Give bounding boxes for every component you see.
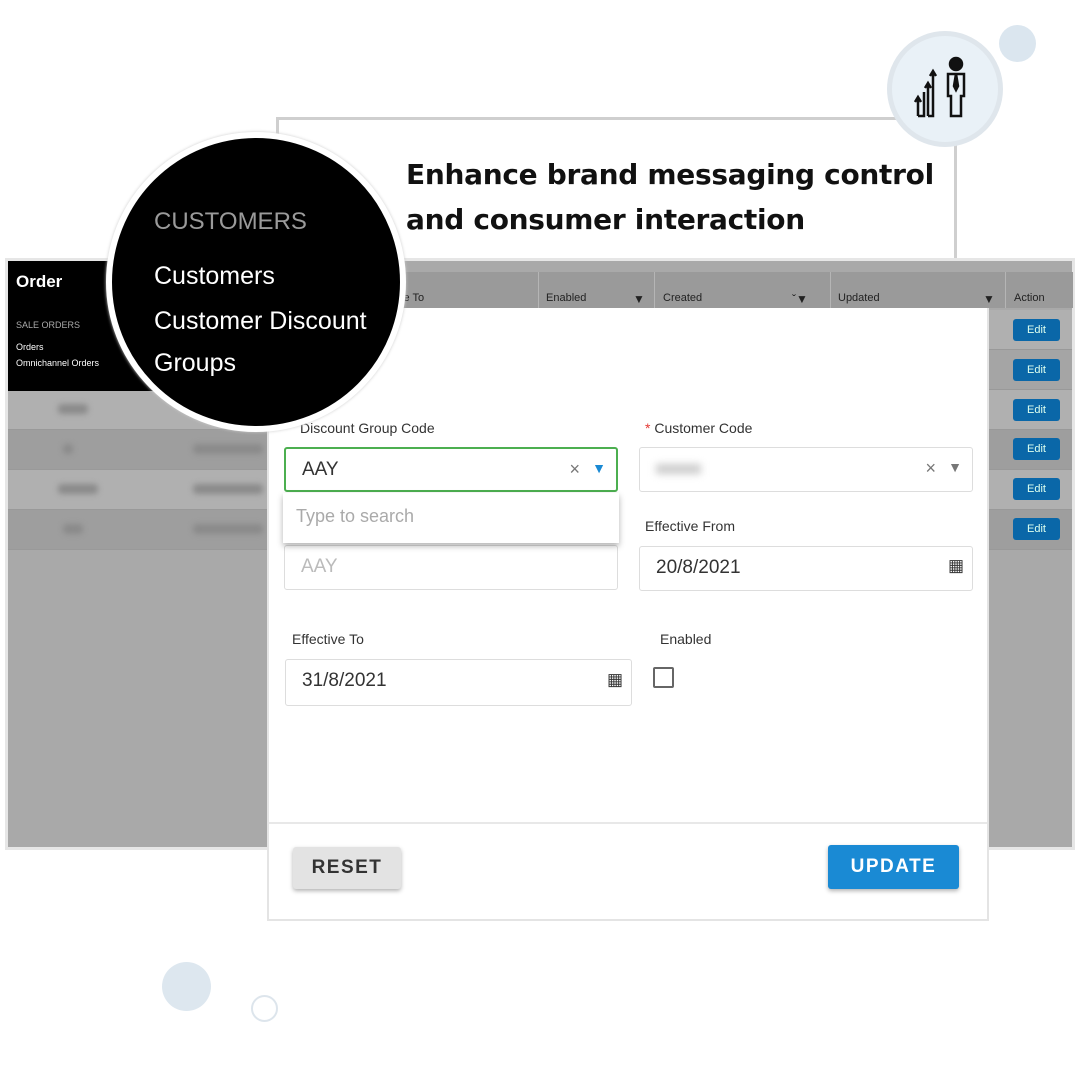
chevron-down-icon[interactable]: ▼ [948, 459, 962, 475]
edit-button[interactable]: Edit [1013, 518, 1060, 540]
menu-section-customers: CUSTOMERS [154, 208, 307, 235]
edit-button[interactable]: Edit [1013, 478, 1060, 500]
zoom-menu-callout: CUSTOMERS Customers Customer Discount Gr… [106, 132, 406, 432]
calendar-icon[interactable]: ▦ [948, 556, 964, 576]
filter-icon[interactable]: ▼ [983, 292, 995, 306]
effective-from-label: Effective From [645, 518, 735, 534]
enabled-label: Enabled [660, 631, 712, 647]
column-updated[interactable]: Updated [838, 292, 880, 304]
column-created[interactable]: Created [663, 292, 702, 304]
business-growth-icon [913, 56, 966, 118]
headline-line-1: Enhance brand messaging control [406, 158, 934, 191]
menu-item-customers[interactable]: Customers [154, 262, 275, 291]
filter-icon[interactable]: ▼ [633, 292, 645, 306]
discount-group-code-select[interactable]: AAY × ▼ [284, 447, 618, 492]
sort-filter-icon[interactable]: ˇ▼ [792, 292, 808, 306]
discount-group-code-field: AAY [284, 545, 618, 590]
clear-icon[interactable]: × [925, 458, 936, 479]
growth-icon-badge [887, 31, 1003, 147]
date-value: 20/8/2021 [656, 557, 741, 578]
menu-item-customer-discount-groups-line2[interactable]: Groups [154, 349, 236, 378]
update-button[interactable]: UPDATE [828, 845, 959, 889]
calendar-icon[interactable]: ▦ [607, 670, 623, 690]
select-value: AAY [302, 459, 339, 480]
date-value: 31/8/2021 [302, 670, 387, 691]
footer-divider [269, 822, 987, 824]
effective-to-label: Effective To [292, 631, 364, 647]
headline-line-2: and consumer interaction [406, 203, 805, 236]
chevron-down-icon[interactable]: ▼ [592, 460, 606, 476]
decor-circle [162, 962, 211, 1011]
menu-item-customer-discount-groups[interactable]: Customer Discount [154, 307, 367, 336]
label-text: Customer Code [654, 420, 753, 436]
dropdown-search[interactable]: Type to search [283, 493, 619, 543]
headline: Enhance brand messaging control and cons… [406, 152, 934, 242]
required-mark: * [645, 420, 651, 436]
customer-code-select[interactable]: × ▼ [639, 447, 973, 492]
table-header: ve To Enabled ▼ Created ˇ▼ Updated ▼ Act… [300, 272, 1073, 308]
sidebar-title: Order [16, 272, 63, 291]
discount-group-code-label: Discount Group Code [300, 420, 435, 436]
customer-code-label: * Customer Code [645, 420, 752, 436]
edit-button[interactable]: Edit [1013, 399, 1060, 421]
edit-discount-group-dialog: Discount Group Code AAY × ▼ AAY Type to … [267, 308, 989, 921]
effective-from-input[interactable]: 20/8/2021 ▦ [639, 546, 973, 591]
sidebar-section: SALE ORDERS [16, 320, 81, 330]
effective-to-input[interactable]: 31/8/2021 ▦ [285, 659, 632, 706]
edit-button[interactable]: Edit [1013, 359, 1060, 381]
column-enabled[interactable]: Enabled [546, 292, 586, 304]
blurred-value [656, 464, 701, 474]
clear-icon[interactable]: × [569, 459, 580, 480]
sidebar-item-orders[interactable]: Orders [16, 342, 44, 352]
enabled-checkbox[interactable] [653, 667, 674, 688]
decor-circle [999, 25, 1036, 62]
decor-circle [251, 995, 278, 1022]
column-action: Action [1014, 292, 1045, 304]
sidebar-item-omnichannel-orders[interactable]: Omnichannel Orders [16, 358, 99, 368]
edit-button[interactable]: Edit [1013, 438, 1060, 460]
reset-button[interactable]: RESET [293, 847, 401, 889]
edit-button[interactable]: Edit [1013, 319, 1060, 341]
